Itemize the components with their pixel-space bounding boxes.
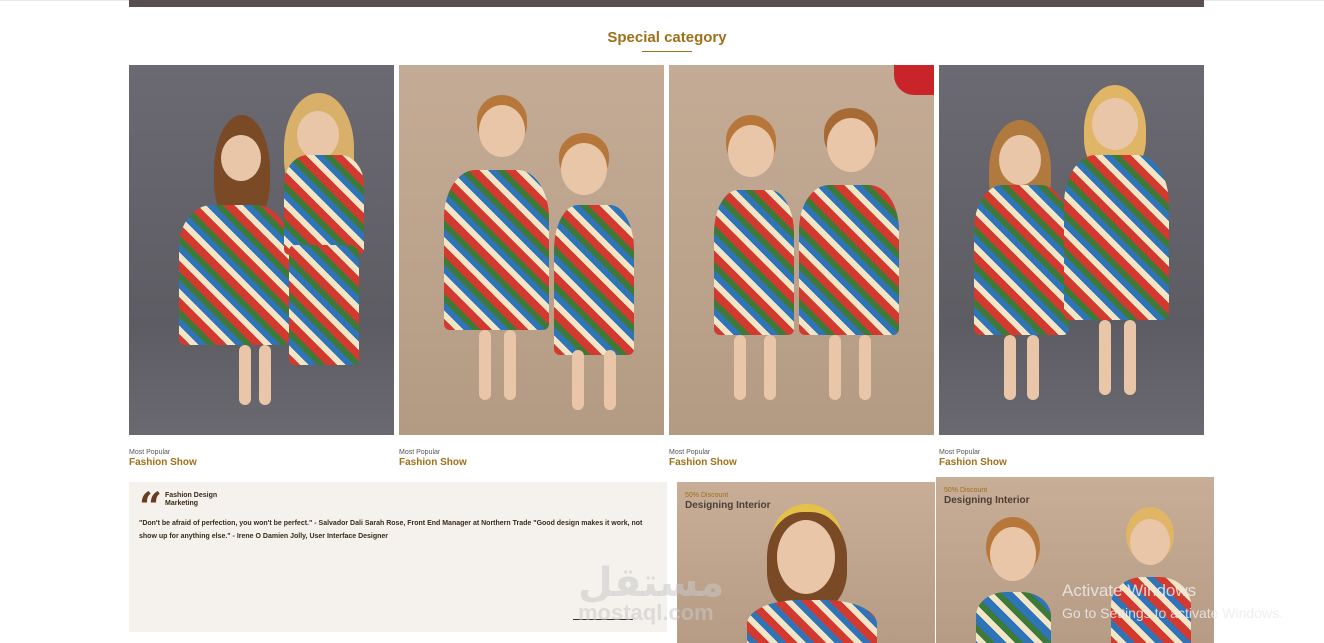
card-image[interactable] <box>129 65 394 435</box>
category-card[interactable]: Most Popular Fashion Show <box>399 65 664 468</box>
child-dress <box>747 600 877 643</box>
child-figure <box>439 75 549 415</box>
child-face <box>990 527 1036 581</box>
card-title-link[interactable]: Fashion Show <box>939 457 1204 468</box>
child-figure <box>1064 70 1169 415</box>
child-face <box>777 520 835 594</box>
child-figure <box>279 75 379 415</box>
card-image[interactable] <box>669 65 934 435</box>
section-title: Special category <box>607 29 727 46</box>
child-figure <box>969 85 1069 415</box>
testimonial-heading: Fashion Design Marketing <box>165 492 218 507</box>
watermark-latin: mostaql.com <box>578 600 714 625</box>
card-title-link[interactable]: Fashion Show <box>129 457 394 468</box>
testimonial-text: "Don't be afraid of perfection, you won'… <box>139 520 643 540</box>
child-figure <box>704 85 804 415</box>
child-figure <box>794 80 904 415</box>
child-dress <box>976 592 1051 643</box>
promo-discount: 50% Discount <box>944 487 988 494</box>
promo-discount: 50% Discount <box>685 492 729 499</box>
card-title-link[interactable]: Fashion Show <box>669 457 934 468</box>
promo-title[interactable]: Designing Interior <box>685 500 771 511</box>
windows-activation-notice: Activate Windows Go to Settings to activ… <box>1062 580 1283 624</box>
card-title-link[interactable]: Fashion Show <box>399 457 664 468</box>
card-image[interactable] <box>939 65 1204 435</box>
promo-title[interactable]: Designing Interior <box>944 495 1030 506</box>
category-card[interactable]: Most Popular Fashion Show <box>129 65 394 468</box>
title-underline <box>642 51 692 52</box>
card-subtitle: Most Popular <box>669 449 711 456</box>
child-face <box>1130 519 1170 565</box>
card-subtitle: Most Popular <box>939 449 981 456</box>
category-card[interactable]: Most Popular Fashion Show <box>669 65 934 468</box>
card-image[interactable] <box>399 65 664 435</box>
category-card[interactable]: Most Popular Fashion Show <box>939 65 1204 468</box>
child-figure <box>159 85 289 415</box>
previous-section-bar <box>129 0 1204 7</box>
activation-title: Activate Windows <box>1062 581 1197 600</box>
activation-subtitle: Go to Settings to activate Windows. <box>1062 605 1283 621</box>
card-subtitle: Most Popular <box>399 449 441 456</box>
child-figure <box>544 95 644 415</box>
card-subtitle: Most Popular <box>129 449 171 456</box>
